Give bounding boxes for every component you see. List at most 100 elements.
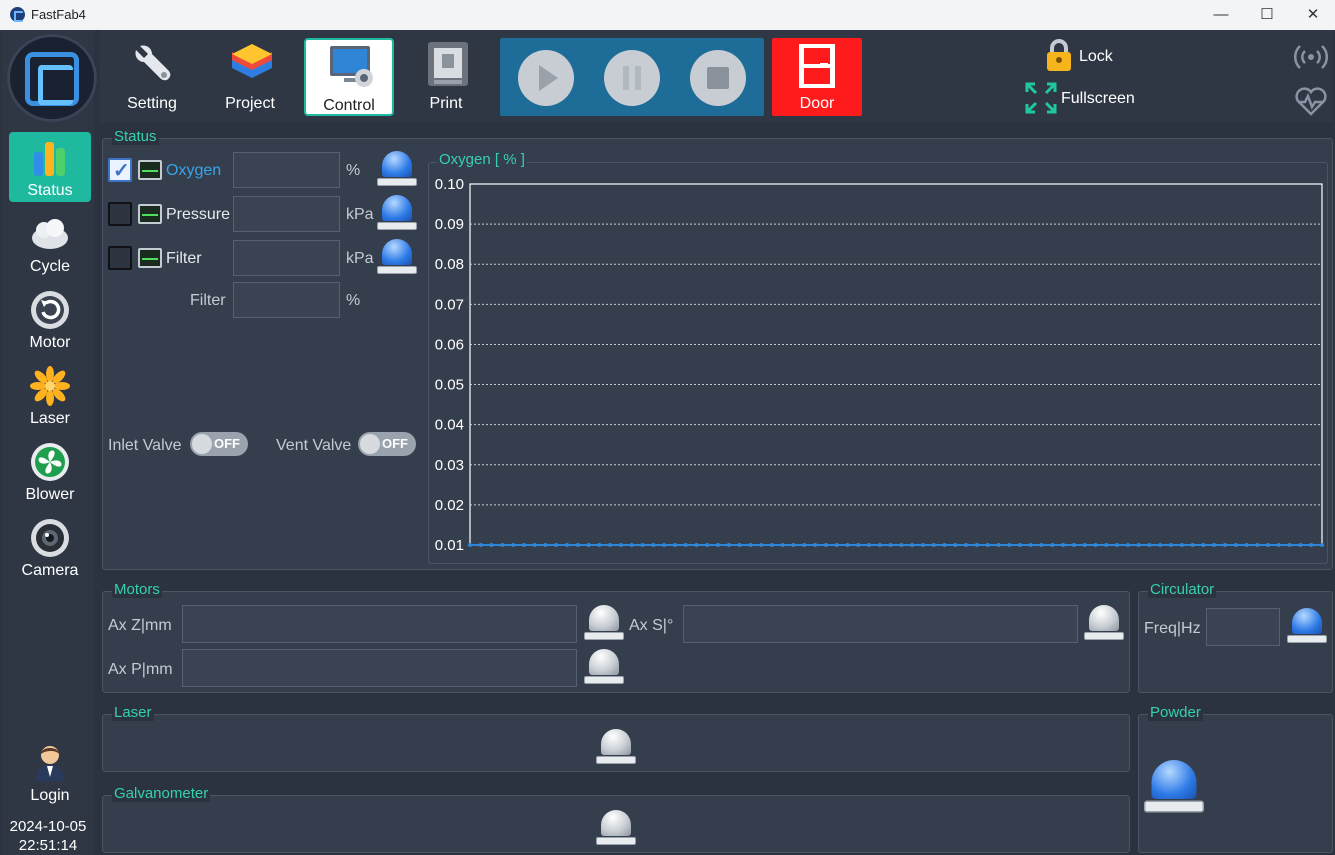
filter-percent-field[interactable] [233,282,340,318]
print-control-bar [500,38,764,116]
filter-checkbox[interactable] [108,246,132,270]
circulator-title: Circulator [1148,581,1217,598]
y-tick-label: 0.01 [435,537,464,554]
axis-s-label: Ax S|° [629,617,674,634]
setting-label: Setting [127,95,177,112]
data-point [996,543,1001,547]
y-tick-label: 0.05 [435,377,464,394]
pressure-value-field[interactable] [233,196,340,232]
sidebar-item-status[interactable]: Status [9,132,91,202]
inlet-valve-label: Inlet Valve [108,437,182,454]
app-icon [10,7,25,22]
bar-chart-icon [34,142,65,176]
data-point [802,543,807,547]
freq-field[interactable] [1206,608,1280,646]
data-point [910,543,915,547]
inlet-valve-toggle[interactable]: OFF [190,432,248,456]
project-button[interactable]: Project [206,38,294,116]
data-point [1071,543,1076,547]
pressure-checkbox[interactable] [108,202,132,226]
print-button[interactable]: Print [402,38,490,116]
data-point [1007,543,1012,547]
maximize-button[interactable]: ☐ [1244,0,1290,30]
data-point [1233,543,1238,547]
data-point [500,543,505,547]
stop-icon [707,67,729,89]
axis-p-field[interactable] [182,649,577,687]
sidebar-item-login[interactable]: Login [9,735,91,805]
data-point [920,543,925,547]
oxygen-chart: 0.10 0.09 0.08 0.07 0.06 0.05 0.04 0.03 0.02 0.01 [435,176,1324,554]
pause-button[interactable] [604,50,660,106]
stop-button[interactable] [690,50,746,106]
oxygen-checkbox[interactable] [108,158,132,183]
lock-icon [1047,39,1071,71]
data-point [1169,543,1174,547]
data-point [511,543,516,547]
sidebar-item-cycle[interactable]: Cycle [9,208,91,278]
axis-s-field[interactable] [683,605,1078,643]
oxygen-label: Oxygen [166,162,222,179]
data-point [489,543,494,547]
data-point [985,543,990,547]
sidebar-item-label: Cycle [29,258,70,275]
filter-alarm-icon [377,239,417,277]
minimize-button[interactable]: — [1198,0,1244,30]
pause-icon [623,66,641,90]
clock: 2024-10-05 22:51:14 [2,817,94,855]
data-point [942,543,947,547]
door-label: Door [799,95,835,112]
motor-icon [31,291,69,329]
data-point [759,543,764,547]
oxygen-alarm-icon [377,151,417,189]
data-point [1147,543,1152,547]
door-button[interactable]: Door [772,38,862,116]
sidebar-item-motor[interactable]: Motor [9,284,91,354]
pressure-alarm-icon [377,195,417,233]
fullscreen-label: Fullscreen [1061,90,1135,107]
axis-s-alarm-icon [1084,605,1124,643]
play-icon [539,65,558,91]
axis-z-field[interactable] [182,605,577,643]
fan-icon [31,443,69,481]
data-point [1158,543,1163,547]
date-text: 2024-10-05 [9,818,87,835]
oxygen-value-field[interactable] [233,152,340,188]
vent-valve-toggle[interactable]: OFF [358,432,416,456]
filter-value-field[interactable] [233,240,340,276]
data-point [629,543,634,547]
play-button[interactable] [518,50,574,106]
data-point [1255,543,1260,547]
sidebar-item-blower[interactable]: Blower [9,436,91,506]
data-point [748,543,753,547]
data-point [1320,543,1324,547]
data-point [1136,543,1141,547]
close-button[interactable]: ✕ [1290,0,1335,30]
y-tick-label: 0.08 [435,256,464,273]
data-point [1212,543,1217,547]
filter-unit: kPa [346,250,374,267]
control-label: Control [323,97,375,114]
data-point [845,543,850,547]
data-point [651,543,656,547]
powder-alarm-icon [1144,760,1204,817]
laser-icon [30,366,70,406]
data-point [856,543,861,547]
data-point [974,543,979,547]
data-point [1190,543,1195,547]
control-button[interactable]: Control [304,38,394,116]
sidebar-item-label: Laser [29,410,71,427]
setting-button[interactable]: Setting [108,38,196,116]
camera-icon [31,519,69,557]
data-point [780,543,785,547]
data-point [1287,543,1292,547]
data-point [1104,543,1109,547]
sidebar-item-camera[interactable]: Camera [9,512,91,582]
data-point [1276,543,1281,547]
window-title: FastFab4 [31,7,86,22]
print-label: Print [429,95,463,112]
data-point [468,543,472,547]
toggle-state: OFF [382,436,408,451]
sidebar-item-laser[interactable]: Laser [9,360,91,430]
data-point [1201,543,1206,547]
